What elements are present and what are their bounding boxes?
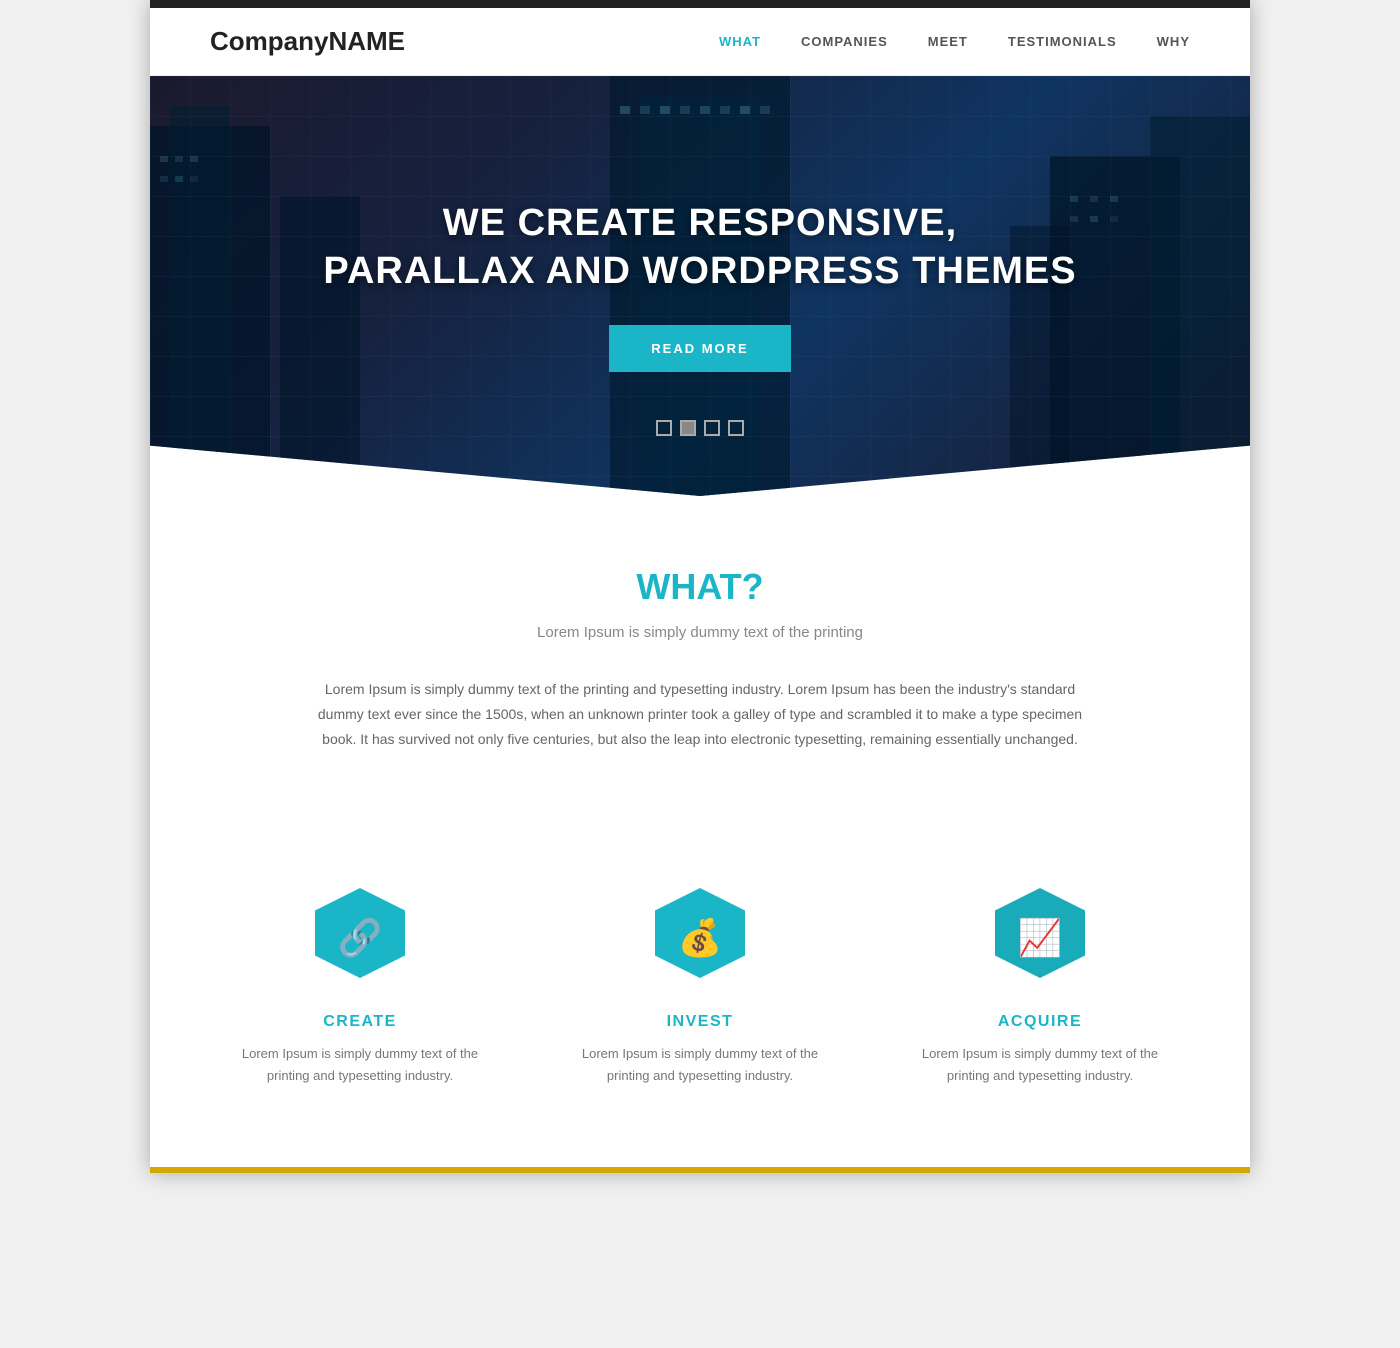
- hero-content: WE CREATE RESPONSIVE, PARALLAX AND WORDP…: [283, 200, 1116, 372]
- acquire-title: ACQUIRE: [900, 1013, 1180, 1031]
- create-title: CREATE: [220, 1013, 500, 1031]
- hero-cta-button[interactable]: READ MORE: [609, 325, 790, 372]
- dot-1[interactable]: [656, 420, 672, 436]
- invest-hex-icon: 💰: [645, 883, 755, 993]
- invest-title: INVEST: [560, 1013, 840, 1031]
- money-bag-icon: 💰: [678, 917, 723, 959]
- chart-up-icon: 📈: [1018, 917, 1063, 959]
- feature-invest: 💰 INVEST Lorem Ipsum is simply dummy tex…: [560, 883, 840, 1087]
- what-subtitle: Lorem Ipsum is simply dummy text of the …: [210, 624, 1190, 641]
- header: CompanyNAME WHAT COMPANIES MEET TESTIMON…: [150, 8, 1250, 76]
- logo: CompanyNAME: [210, 26, 405, 57]
- create-text: Lorem Ipsum is simply dummy text of the …: [220, 1043, 500, 1087]
- invest-text: Lorem Ipsum is simply dummy text of the …: [560, 1043, 840, 1087]
- logo-regular: Company: [210, 26, 328, 56]
- nav-item-what[interactable]: WHAT: [719, 34, 761, 49]
- features-section: 🔗 CREATE Lorem Ipsum is simply dummy tex…: [150, 863, 1250, 1147]
- dot-3[interactable]: [704, 420, 720, 436]
- nav-item-meet[interactable]: MEET: [928, 34, 968, 49]
- create-hex-icon: 🔗: [305, 883, 415, 993]
- nav: WHAT COMPANIES MEET TESTIMONIALS WHY: [719, 34, 1190, 49]
- top-bar: [150, 0, 1250, 8]
- page-wrapper: CompanyNAME WHAT COMPANIES MEET TESTIMON…: [150, 0, 1250, 1173]
- what-title: WHAT?: [210, 566, 1190, 608]
- hero-title: WE CREATE RESPONSIVE, PARALLAX AND WORDP…: [323, 200, 1076, 295]
- nav-item-why[interactable]: WHY: [1157, 34, 1190, 49]
- dot-4[interactable]: [728, 420, 744, 436]
- what-body: Lorem Ipsum is simply dummy text of the …: [310, 677, 1090, 753]
- nav-item-companies[interactable]: COMPANIES: [801, 34, 888, 49]
- acquire-text: Lorem Ipsum is simply dummy text of the …: [900, 1043, 1180, 1087]
- bottom-bar: [150, 1167, 1250, 1173]
- link-plus-icon: 🔗: [338, 917, 383, 959]
- feature-create: 🔗 CREATE Lorem Ipsum is simply dummy tex…: [220, 883, 500, 1087]
- slider-dots: [656, 420, 744, 436]
- nav-item-testimonials[interactable]: TESTIMONIALS: [1008, 34, 1117, 49]
- feature-acquire: 📈 ACQUIRE Lorem Ipsum is simply dummy te…: [900, 883, 1180, 1087]
- logo-bold: NAME: [328, 26, 405, 56]
- dot-2[interactable]: [680, 420, 696, 436]
- hero-section: WE CREATE RESPONSIVE, PARALLAX AND WORDP…: [150, 76, 1250, 496]
- acquire-hex-icon: 📈: [985, 883, 1095, 993]
- what-section: WHAT? Lorem Ipsum is simply dummy text o…: [150, 496, 1250, 863]
